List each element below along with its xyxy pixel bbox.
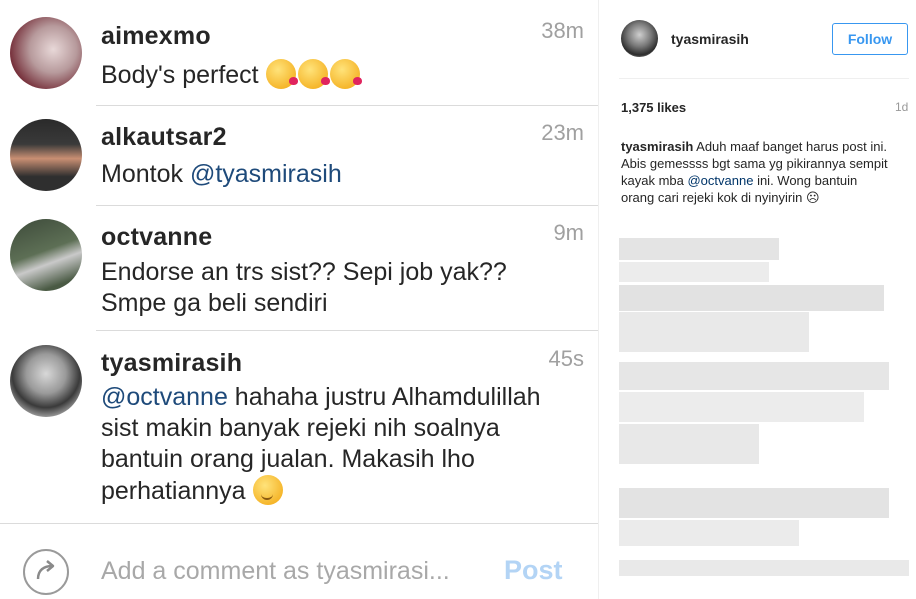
redacted-block xyxy=(619,262,769,282)
share-arrow-icon-svg xyxy=(36,560,55,580)
comment-body: Body's perfect xyxy=(101,61,259,89)
comment-line: perhatiannya xyxy=(101,475,581,507)
post-sidebar: tyasmirasih Follow 1,375 likes 1d tyasmi… xyxy=(598,0,916,599)
kissing-heart-emoji-icon xyxy=(265,59,298,89)
kissing-heart-emoji-icon xyxy=(329,59,362,89)
avatar[interactable] xyxy=(10,17,82,89)
comment-item: octvanne 9m Endorse an trs sist?? Sepi j… xyxy=(0,206,598,330)
comment-text: Body's perfect xyxy=(101,59,581,91)
avatar[interactable] xyxy=(10,219,82,291)
comment-line: @octvanne hahaha justru Alhamdulillah xyxy=(101,382,581,413)
kissing-heart-emoji-icon xyxy=(297,59,330,89)
post-age: 1d xyxy=(895,100,909,114)
comment-body: perhatiannya xyxy=(101,477,246,505)
comment-composer: Add a comment as tyasmirasi... Post xyxy=(0,523,598,599)
redacted-block xyxy=(619,312,809,352)
winking-face-emoji-icon xyxy=(252,475,283,505)
mention-link[interactable]: @octvanne xyxy=(687,173,753,188)
redacted-block xyxy=(619,520,799,546)
comment-item: alkautsar2 23m Montok @tyasmirasih xyxy=(0,106,598,205)
redacted-block xyxy=(619,238,779,260)
comment-text: Endorse an trs sist?? Sepi job yak?? Smp… xyxy=(101,257,581,319)
comment-time: 23m xyxy=(541,120,584,145)
post-button[interactable]: Post xyxy=(504,555,563,586)
avatar[interactable] xyxy=(10,119,82,191)
header-divider xyxy=(619,78,909,79)
redacted-block xyxy=(619,488,889,518)
share-arrow-icon[interactable] xyxy=(23,549,69,595)
comment-time: 9m xyxy=(553,220,584,245)
redacted-block xyxy=(619,392,864,422)
comment-line: bantuin orang jualan. Makasih lho xyxy=(101,445,475,473)
comment-username[interactable]: tyasmirasih xyxy=(101,349,242,378)
comment-item: tyasmirasih 45s @octvanne hahaha justru … xyxy=(0,331,598,523)
avatar[interactable] xyxy=(10,345,82,417)
avatar[interactable] xyxy=(621,20,658,57)
redacted-block xyxy=(619,424,759,464)
comment-body: Montok xyxy=(101,160,190,188)
comment-username[interactable]: alkautsar2 xyxy=(101,123,227,152)
post-caption: tyasmirasih Aduh maaf banget harus post … xyxy=(621,138,889,206)
redacted-block xyxy=(619,560,909,576)
comment-time: 45s xyxy=(548,346,584,371)
comment-line: Endorse an trs sist?? Sepi job yak?? xyxy=(101,258,507,286)
redacted-block xyxy=(619,362,889,390)
mention-link[interactable]: @octvanne xyxy=(101,383,228,411)
comment-text: Montok @tyasmirasih xyxy=(101,159,581,190)
comments-panel: aimexmo 38m Body's perfect alkautsar2 23… xyxy=(0,0,598,599)
comment-item: aimexmo 38m Body's perfect xyxy=(0,0,598,105)
comment-username[interactable]: octvanne xyxy=(101,223,212,252)
follow-button[interactable]: Follow xyxy=(832,23,908,55)
comment-line: Smpe ga beli sendiri xyxy=(101,289,328,317)
caption-username[interactable]: tyasmirasih xyxy=(621,139,693,154)
post-author-username[interactable]: tyasmirasih xyxy=(671,31,749,47)
comment-text: @octvanne hahaha justru Alhamdulillah si… xyxy=(101,382,581,507)
comment-line: sist makin banyak rejeki nih soalnya xyxy=(101,414,500,442)
redacted-block xyxy=(619,285,884,311)
comment-username[interactable]: aimexmo xyxy=(101,22,211,51)
comment-body: hahaha justru Alhamdulillah xyxy=(227,383,541,411)
comment-time: 38m xyxy=(541,18,584,43)
comment-input[interactable]: Add a comment as tyasmirasi... xyxy=(101,557,450,586)
mention-link[interactable]: @tyasmirasih xyxy=(190,160,342,188)
likes-count[interactable]: 1,375 likes xyxy=(621,100,686,115)
